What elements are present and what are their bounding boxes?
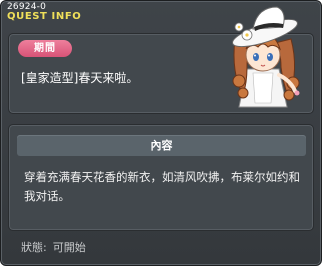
category-badge: 期間 [18, 40, 72, 57]
quest-status: 狀態: 可開始 [21, 239, 86, 255]
npc-portrait-icon [232, 6, 300, 108]
status-label: 狀態: [21, 241, 47, 254]
status-value: 可開始 [52, 241, 86, 254]
quest-title: [皇家造型]春天来啦。 [21, 71, 139, 85]
content-header: 內容 [17, 135, 306, 156]
quest-info-window: 26924-0 QUEST INFO 期間 [皇家造型]春天来啦。 內容 穿着充… [0, 0, 322, 266]
quest-description: 穿着充满春天花香的新衣，如清风吹拂，布莱尔如约和我对话。 [24, 170, 300, 203]
window-title: QUEST INFO [7, 11, 82, 22]
